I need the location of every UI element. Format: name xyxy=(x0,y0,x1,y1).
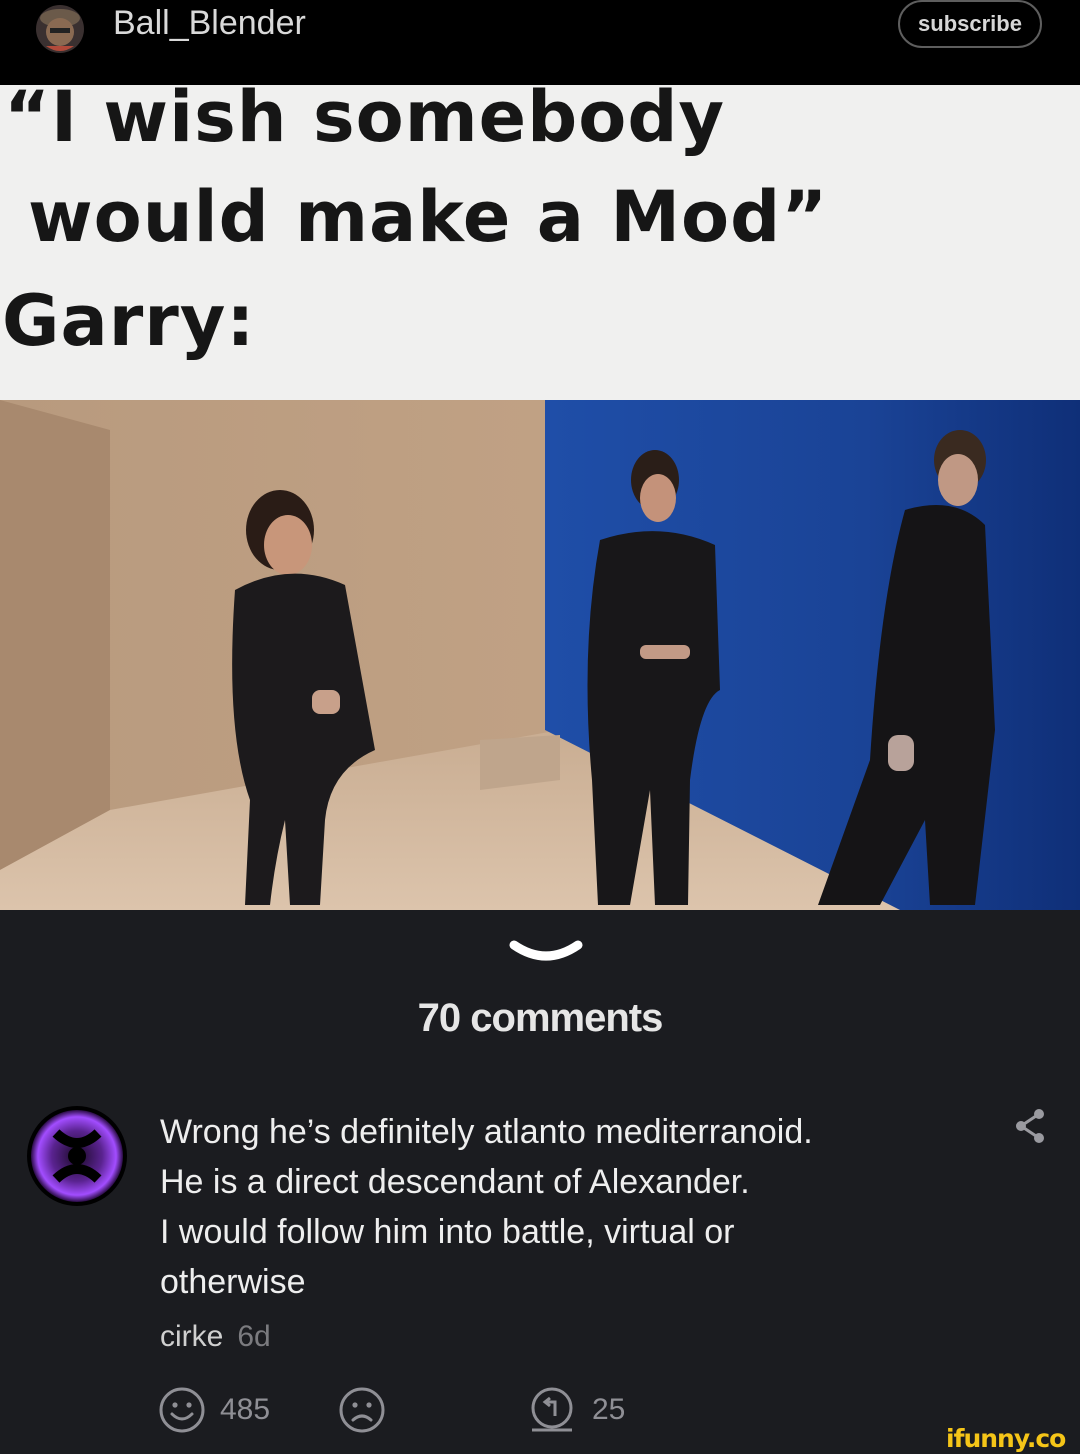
meme-photo xyxy=(0,400,1080,910)
reply-count: 25 xyxy=(592,1393,626,1426)
username[interactable]: Ball_Blender xyxy=(113,3,306,43)
comment-author[interactable]: cirke xyxy=(160,1320,223,1353)
comment-avatar[interactable] xyxy=(26,1105,128,1207)
comments-count: 70 comments xyxy=(417,996,664,1040)
caption-line: Garry: xyxy=(2,280,256,362)
comment-line: otherwise xyxy=(160,1263,306,1301)
caption-line: would make a Mod” xyxy=(28,176,829,258)
comment-line: I would follow him into battle, virtual … xyxy=(160,1213,735,1251)
comment-line: Wrong he’s definitely atlanto mediterran… xyxy=(160,1113,813,1151)
smile-count: 485 xyxy=(220,1393,271,1426)
reply-icon[interactable] xyxy=(528,1386,576,1434)
comment-meta: cirke 6d xyxy=(160,1317,271,1357)
chevron-down-icon[interactable] xyxy=(508,935,584,969)
comment-line: He is a direct descendant of Alexander. xyxy=(160,1163,750,1201)
user-avatar[interactable] xyxy=(28,2,92,56)
comment-text: Wrong he’s definitely atlanto mediterran… xyxy=(160,1107,980,1307)
meme-caption: “I wish somebody would make a Mod” Garry… xyxy=(0,85,1080,405)
frown-icon[interactable] xyxy=(338,1386,386,1434)
comment-age: 6d xyxy=(237,1320,271,1353)
share-icon[interactable] xyxy=(1013,1108,1047,1144)
ifunny-watermark: ifunny.co xyxy=(946,1424,1066,1453)
smile-icon[interactable] xyxy=(158,1386,206,1434)
subscribe-button[interactable]: subscribe xyxy=(898,0,1042,48)
post-header: Ball_Blender subscribe xyxy=(0,0,1080,85)
caption-line: “I wish somebody xyxy=(4,85,726,158)
post-image: “I wish somebody would make a Mod” Garry… xyxy=(0,85,1080,910)
